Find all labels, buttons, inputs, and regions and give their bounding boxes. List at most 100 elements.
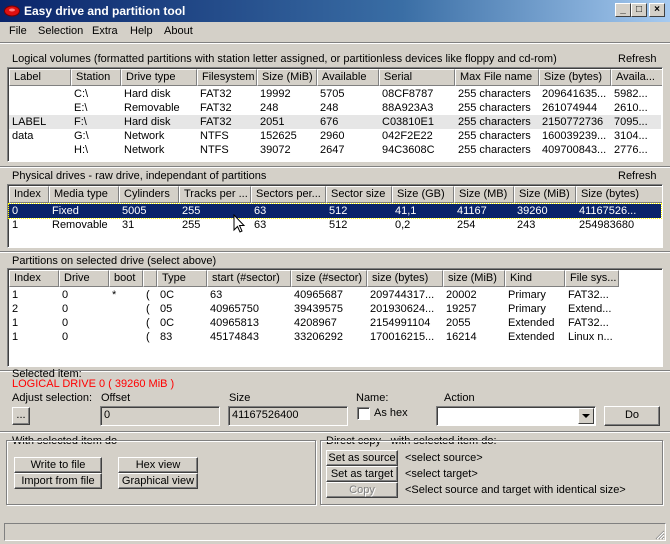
partitions-col-size-mib[interactable]: size (MiB) [443, 270, 505, 287]
logical-volume-cell: H:\ [74, 144, 89, 156]
logical-volume-cell: 160039239... [542, 130, 607, 142]
logical-col-filesystem[interactable]: Filesystem [197, 69, 257, 86]
partitions-col-blank[interactable] [143, 270, 157, 287]
logical-volumes-list[interactable]: Label Station Drive type Filesystem Size… [7, 67, 663, 162]
partition-cell: 63 [210, 289, 223, 301]
logical-volume-row[interactable]: LABEL F:\ Hard disk FAT32 2051 676 C03810E1 255… [9, 115, 661, 129]
physical-col-media-type[interactable]: Media type [49, 186, 119, 203]
partition-row[interactable]: 2 0 (05 40965750 39439575 201930624... 19257 Pr… [9, 302, 661, 316]
logical-volume-cell: 7095... [614, 116, 648, 128]
partitions-list[interactable]: Index Drive boot Type start (#sector) si… [7, 268, 663, 367]
logical-volume-cell: 39072 [260, 144, 291, 156]
partition-cell: Linux n... [568, 331, 613, 343]
logical-volume-row[interactable]: C:\ Hard disk FAT32 19992 5705 08CF8787 255 ch… [9, 87, 661, 101]
logical-col-station[interactable]: Station [71, 69, 121, 86]
partition-cell: 2055 [446, 317, 471, 329]
physical-col-index[interactable]: Index [9, 186, 49, 203]
physical-col-size-mib[interactable]: Size (MiB) [514, 186, 576, 203]
physical-drive-row[interactable]: 0 Fixed 5005 255 63 512 41,1 41167 39260 41167526… [8, 203, 662, 219]
partitions-col-type[interactable]: Type [157, 270, 207, 287]
physical-drive-cell: 39260 [517, 205, 548, 217]
physical-drives-list[interactable]: Index Media type Cylinders Tracks per ..… [7, 184, 663, 248]
action-select[interactable] [436, 406, 596, 426]
logical-volume-cell: NTFS [200, 130, 229, 142]
logical-col-available[interactable]: Available [317, 69, 379, 86]
maximize-icon: □ [635, 4, 643, 15]
logical-col-available-bytes[interactable]: Availa... [611, 69, 662, 86]
do-button[interactable]: Do [604, 406, 660, 426]
physical-col-cylinders[interactable]: Cylinders [119, 186, 179, 203]
physical-col-size-bytes[interactable]: Size (bytes) [576, 186, 662, 203]
logical-col-max-file-name[interactable]: Max File name [455, 69, 539, 86]
logical-col-size-mib[interactable]: Size (MiB) [257, 69, 317, 86]
partition-cell: 40965687 [294, 289, 343, 301]
maximize-button[interactable]: □ [631, 3, 647, 17]
write-to-file-button[interactable]: Write to file [14, 457, 102, 473]
size-field[interactable]: 41167526400 [228, 406, 348, 426]
set-as-source-button[interactable]: Set as source [326, 450, 398, 466]
partitions-col-size-bytes[interactable]: size (bytes) [367, 270, 443, 287]
logical-col-label[interactable]: Label [9, 69, 71, 86]
physical-col-sector-size[interactable]: Sector size [326, 186, 392, 203]
logical-volume-cell: 2051 [260, 116, 285, 128]
menu-selection[interactable]: Selection [38, 25, 83, 37]
copy-button[interactable]: Copy [326, 482, 398, 498]
logical-volume-cell: C:\ [74, 88, 89, 100]
graphical-view-button[interactable]: Graphical view [118, 473, 198, 489]
physical-col-size-mb[interactable]: Size (MB) [454, 186, 514, 203]
menu-help[interactable]: Help [130, 25, 153, 37]
physical-drive-cell: 41,1 [395, 205, 417, 217]
partitions-col-drive[interactable]: Drive [59, 270, 109, 287]
logical-header: Label Station Drive type Filesystem Size… [9, 69, 662, 86]
physical-col-sectors[interactable]: Sectors per... [251, 186, 326, 203]
physical-drive-cell: 31 [122, 219, 135, 231]
menu-extra[interactable]: Extra [92, 25, 118, 37]
action-dropdown-button[interactable] [578, 408, 594, 424]
partitions-col-boot[interactable]: boot [109, 270, 143, 287]
logical-volume-cell: 255 characters [458, 116, 531, 128]
partitions-col-kind[interactable]: Kind [505, 270, 565, 287]
logical-volume-row[interactable]: E:\ Removable FAT32 248 248 88A923A3 255 chara… [9, 101, 661, 115]
physical-drives-title: Physical drives - raw drive, independant… [12, 170, 267, 182]
hex-view-button[interactable]: Hex view [118, 457, 198, 473]
partition-row[interactable]: 1 0 * (0C 63 40965687 209744317... 20002 Primary… [9, 288, 661, 302]
physical-drive-row[interactable]: 1 Removable 31 255 63 512 0,2 254 243 254983680 [9, 218, 661, 232]
partition-row[interactable]: 1 0 (0C 40965813 4208967 2154991104 2055 Extend… [9, 316, 661, 330]
physical-refresh-link[interactable]: Refresh [618, 170, 657, 182]
logical-col-drive-type[interactable]: Drive type [121, 69, 197, 86]
menu-about[interactable]: About [164, 25, 193, 37]
partition-cell: 05 [160, 303, 173, 315]
set-as-target-button[interactable]: Set as target [326, 466, 398, 482]
logical-col-size-bytes[interactable]: Size (bytes) [539, 69, 611, 86]
adjust-selection-button[interactable]: ... [12, 407, 30, 425]
partition-cell: 1 [12, 289, 19, 301]
physical-col-tracks[interactable]: Tracks per ... [179, 186, 251, 203]
offset-field[interactable]: 0 [100, 406, 220, 426]
import-from-file-button[interactable]: Import from file [14, 473, 102, 489]
logical-volume-row[interactable]: data G:\ Network NTFS 152625 2960 042F2E22 255 … [9, 129, 661, 143]
logical-volume-cell: Removable [124, 102, 180, 114]
logical-volume-row[interactable]: H:\ Network NTFS 39072 2647 94C3608C 255 chara… [9, 143, 661, 157]
partition-cell: 0C [160, 289, 175, 301]
as-hex-checkbox[interactable] [357, 407, 370, 420]
logical-volume-cell: LABEL [12, 116, 47, 128]
partitions-col-index[interactable]: Index [9, 270, 59, 287]
logical-volume-cell: 255 characters [458, 88, 531, 100]
close-button[interactable]: × [649, 3, 665, 17]
partitions-col-size-sector[interactable]: size (#sector) [291, 270, 367, 287]
logical-volume-cell: 5705 [320, 88, 345, 100]
logical-col-serial[interactable]: Serial [379, 69, 455, 86]
physical-col-size-gb[interactable]: Size (GB) [392, 186, 454, 203]
partition-cell: * [112, 289, 117, 301]
logical-volume-cell: 2647 [320, 144, 345, 156]
physical-header: Index Media type Cylinders Tracks per ..… [9, 186, 662, 203]
physical-drive-cell: 254 [457, 219, 476, 231]
partitions-col-filesystem[interactable]: File sys... [565, 270, 619, 287]
partitions-col-start[interactable]: start (#sector) [207, 270, 291, 287]
logical-refresh-link[interactable]: Refresh [618, 53, 657, 65]
partition-row[interactable]: 1 0 (83 45174843 33206292 170016215... 16214 Ex… [9, 330, 661, 344]
resize-grip-icon[interactable] [653, 528, 665, 540]
menu-file[interactable]: File [9, 25, 27, 37]
minimize-button[interactable]: _ [615, 3, 631, 17]
close-icon: × [654, 4, 660, 15]
